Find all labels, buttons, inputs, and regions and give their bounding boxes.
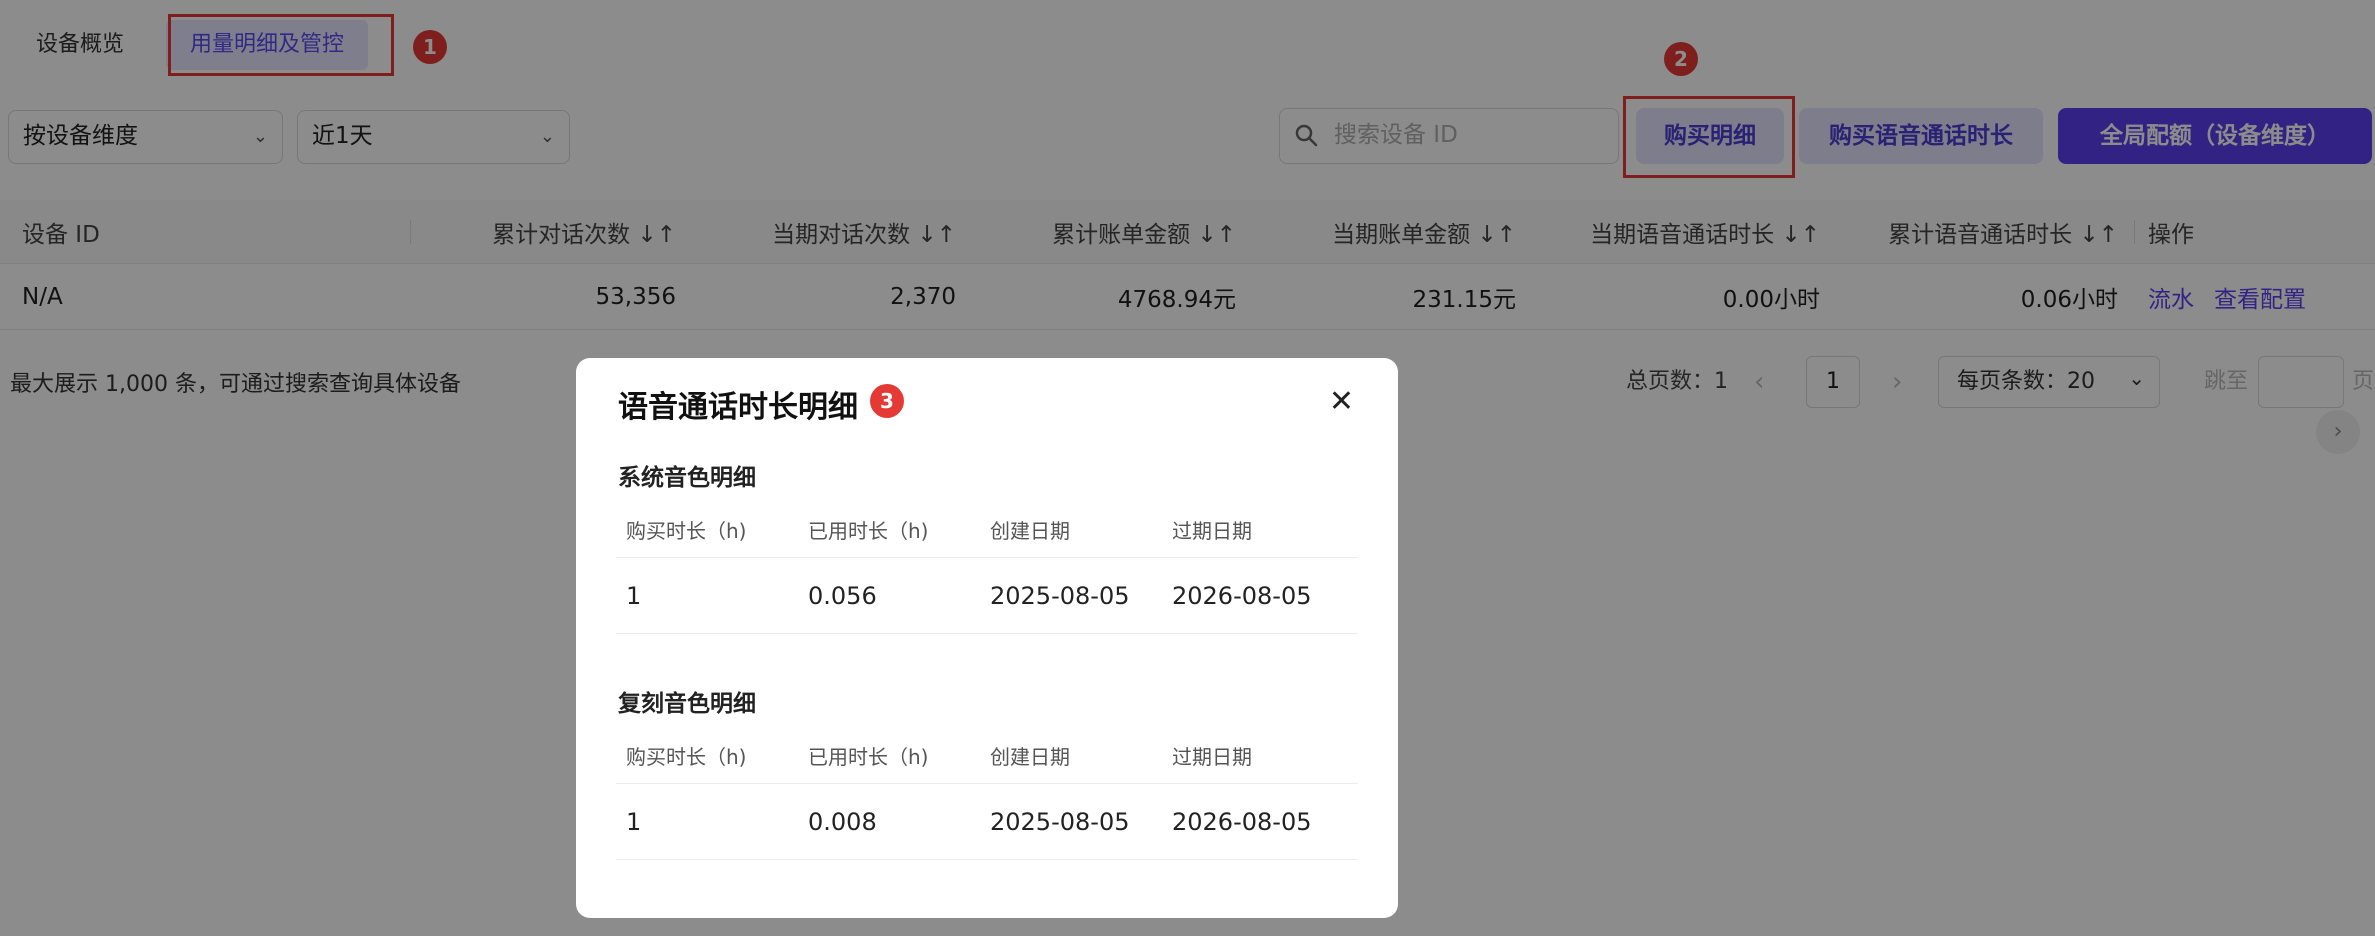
system-voice-section-title: 系统音色明细 <box>618 465 756 491</box>
modal-title: 语音通话时长明细 <box>618 390 858 425</box>
header-created-date: 创建日期 <box>990 745 1070 769</box>
cell-created-date: 2025-08-05 <box>990 581 1130 610</box>
cell-purchase-duration: 1 <box>626 807 642 836</box>
header-expiry-date: 过期日期 <box>1172 519 1252 543</box>
annotation-badge-3: 3 <box>870 384 904 418</box>
page: 设备概览 用量明细及管控 1 按设备维度 ⌄ 近1天 ⌄ 搜索设备 ID 购买明… <box>0 0 2375 936</box>
voice-duration-modal: 语音通话时长明细 3 ✕ 系统音色明细 购买时长（h) 已用时长（h) 创建日期… <box>576 358 1398 918</box>
table-row: 1 0.008 2025-08-05 2026-08-05 <box>616 784 1358 860</box>
cell-used-duration: 0.008 <box>808 807 877 836</box>
table-row: 1 0.056 2025-08-05 2026-08-05 <box>616 558 1358 634</box>
cloned-voice-section-title: 复刻音色明细 <box>618 691 756 717</box>
cell-purchase-duration: 1 <box>626 581 642 610</box>
header-expiry-date: 过期日期 <box>1172 745 1252 769</box>
system-voice-table-header: 购买时长（h) 已用时长（h) 创建日期 过期日期 <box>616 502 1358 558</box>
header-purchase-duration: 购买时长（h) <box>626 745 747 769</box>
header-purchase-duration: 购买时长（h) <box>626 519 747 543</box>
cell-created-date: 2025-08-05 <box>990 807 1130 836</box>
cell-used-duration: 0.056 <box>808 581 877 610</box>
header-used-duration: 已用时长（h) <box>808 519 929 543</box>
close-icon[interactable]: ✕ <box>1329 384 1354 419</box>
header-used-duration: 已用时长（h) <box>808 745 929 769</box>
cell-expiry-date: 2026-08-05 <box>1172 807 1312 836</box>
cell-expiry-date: 2026-08-05 <box>1172 581 1312 610</box>
cloned-voice-table-header: 购买时长（h) 已用时长（h) 创建日期 过期日期 <box>616 728 1358 784</box>
header-created-date: 创建日期 <box>990 519 1070 543</box>
